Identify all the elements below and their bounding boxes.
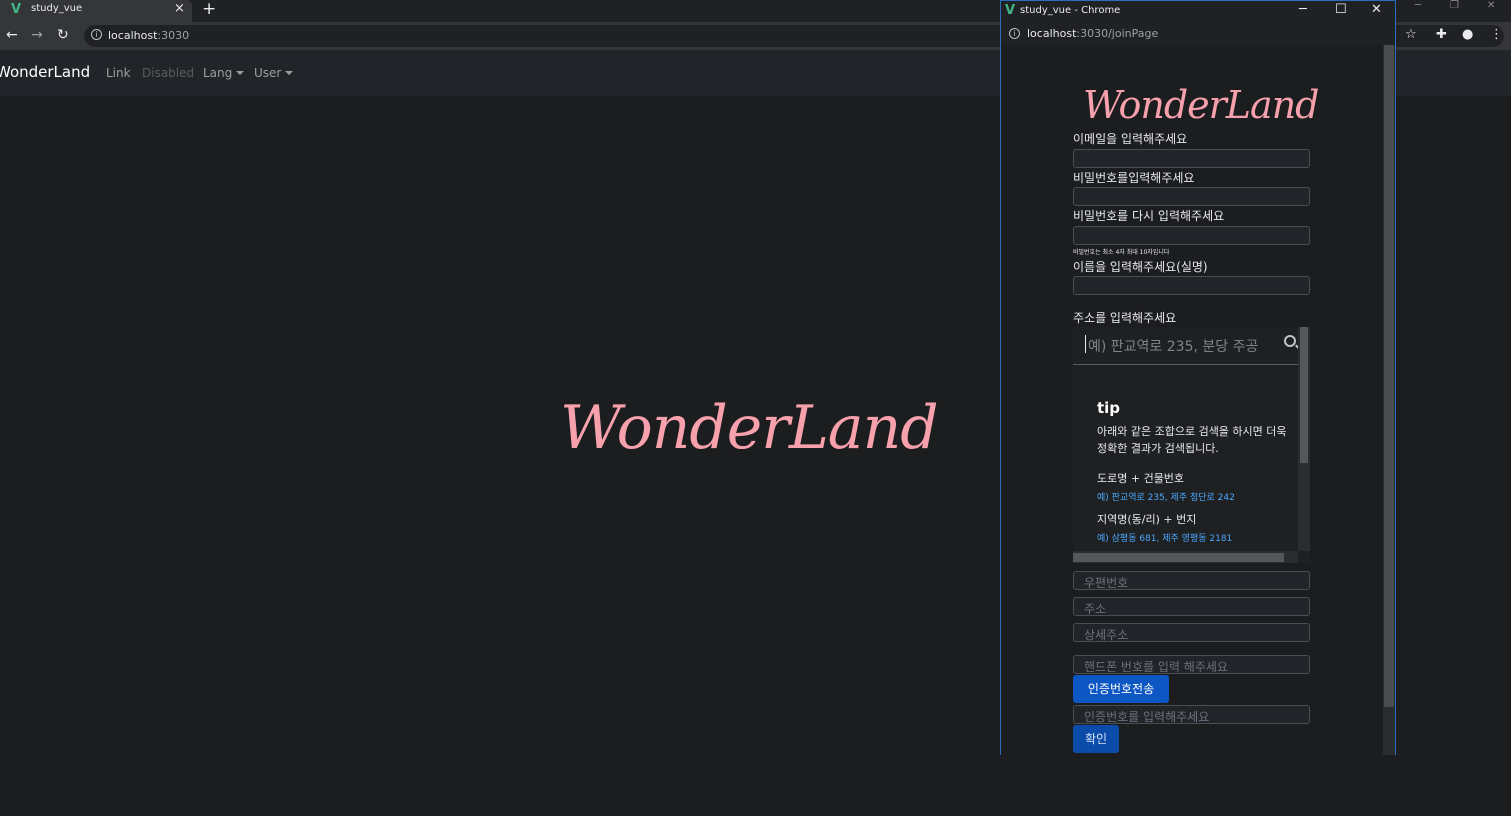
address-label: 주소를 입력해주세요 xyxy=(1073,311,1177,325)
nav-link[interactable]: Link xyxy=(106,66,131,80)
address-search-placeholder: 예) 판교역로 235, 분당 주공 xyxy=(1088,339,1259,355)
search-icon[interactable] xyxy=(1284,335,1296,347)
name-field[interactable] xyxy=(1073,276,1310,295)
phone-field[interactable]: 핸드폰 번호를 입력 해주세요 xyxy=(1073,655,1310,674)
tab-title: study_vue xyxy=(31,3,83,14)
password-hint: 비밀번호는 최소 4자 최대 10자입니다 xyxy=(1073,249,1170,256)
nav-disabled: Disabled xyxy=(142,66,195,80)
text-cursor xyxy=(1085,335,1086,353)
popup-url: localhost:3030/joinPage xyxy=(1027,27,1159,40)
navbar-brand[interactable]: WonderLand xyxy=(0,63,90,81)
site-info-icon[interactable]: i xyxy=(91,29,102,40)
phone-placeholder: 핸드폰 번호를 입력 해주세요 xyxy=(1084,660,1228,674)
popup-titlebar: V study_vue - Chrome ─ ☐ ✕ xyxy=(1001,1,1395,23)
join-page: WonderLand 이메일을 입력해주세요 비밀번호를입력해주세요 비밀번호를… xyxy=(1001,45,1383,755)
restore-icon[interactable]: ❐ xyxy=(1450,0,1459,11)
nav-user-dropdown[interactable]: User xyxy=(254,66,294,80)
password-field[interactable] xyxy=(1073,187,1310,206)
nav-lang-dropdown[interactable]: Lang xyxy=(203,66,245,80)
site-info-icon[interactable]: i xyxy=(1009,28,1020,39)
vue-logo-icon: V xyxy=(11,2,22,17)
detail-address-field[interactable]: 상세주소 xyxy=(1073,623,1310,642)
caret-down-icon xyxy=(236,71,245,75)
caret-down-icon xyxy=(285,71,294,75)
send-code-button[interactable]: 인증번호전송 xyxy=(1073,675,1169,703)
zipcode-field[interactable]: 우편번호 xyxy=(1073,571,1310,590)
name-label: 이름을 입력해주세요(실명) xyxy=(1073,260,1208,274)
password-label: 비밀번호를입력해주세요 xyxy=(1073,171,1195,185)
close-window-icon[interactable]: ✕ xyxy=(1487,0,1495,11)
reload-icon[interactable]: ↻ xyxy=(57,27,69,43)
popup-minimize-icon[interactable]: ─ xyxy=(1299,2,1307,17)
confirm-button[interactable]: 확인 xyxy=(1073,725,1119,753)
address-search-frame: 예) 판교역로 235, 분당 주공 tip 아래와 같은 조합으로 검색을 하… xyxy=(1073,327,1310,563)
scrollbar-thumb[interactable] xyxy=(1300,327,1308,463)
address-placeholder: 주소 xyxy=(1084,602,1107,616)
address-field[interactable]: 주소 xyxy=(1073,597,1310,616)
tip-description: 아래와 같은 조합으로 검색을 하시면 더욱 정확한 결과가 검색됩니다. xyxy=(1097,425,1287,455)
tip-lot-heading: 지역명(동/리) + 번지 xyxy=(1097,513,1197,526)
menu-kebab-icon[interactable]: ⋮ xyxy=(1490,27,1503,42)
forward-icon[interactable]: → xyxy=(31,27,43,43)
password-confirm-label: 비밀번호를 다시 입력해주세요 xyxy=(1073,209,1225,223)
bookmark-star-icon[interactable]: ☆ xyxy=(1405,27,1417,42)
popup-scrollbar[interactable] xyxy=(1383,45,1395,755)
address-search-input[interactable]: 예) 판교역로 235, 분당 주공 xyxy=(1073,327,1298,365)
password-confirm-field[interactable] xyxy=(1073,226,1310,245)
tip-lot-example: 예) 삼평동 681, 제주 영평동 2181 xyxy=(1097,534,1233,544)
popup-window-title: study_vue - Chrome xyxy=(1020,5,1121,16)
verification-code-field[interactable]: 인증번호를 입력해주세요 xyxy=(1073,705,1310,724)
popup-maximize-icon[interactable]: ☐ xyxy=(1335,2,1347,17)
tip-road-example: 예) 판교역로 235, 제주 첨단로 242 xyxy=(1097,493,1235,503)
popup-address-bar: i localhost:3030/joinPage xyxy=(1001,23,1395,45)
back-icon[interactable]: ← xyxy=(6,27,18,43)
frame-horizontal-scrollbar[interactable] xyxy=(1073,551,1298,563)
email-field[interactable] xyxy=(1073,149,1310,168)
join-logo: WonderLand xyxy=(1083,83,1319,127)
popup-window: V study_vue - Chrome ─ ☐ ✕ i localhost:3… xyxy=(1000,0,1396,755)
tip-title: tip xyxy=(1097,399,1121,417)
hero-title: WonderLand xyxy=(560,393,939,463)
minimize-icon[interactable]: ─ xyxy=(1415,0,1421,11)
browser-tab[interactable]: V study_vue × xyxy=(0,0,192,22)
frame-vertical-scrollbar[interactable] xyxy=(1298,327,1310,551)
code-placeholder: 인증번호를 입력해주세요 xyxy=(1084,710,1210,724)
extensions-icon[interactable]: ✚ xyxy=(1436,27,1447,42)
scrollbar-thumb[interactable] xyxy=(1384,45,1394,707)
scrollbar-thumb[interactable] xyxy=(1073,553,1284,562)
vue-logo-icon: V xyxy=(1005,3,1016,18)
email-label: 이메일을 입력해주세요 xyxy=(1073,132,1188,146)
nav-lang-label: Lang xyxy=(203,66,233,80)
tip-road-heading: 도로명 + 건물번호 xyxy=(1097,472,1185,485)
address-url: localhost:3030 xyxy=(108,29,190,42)
new-tab-icon[interactable]: + xyxy=(202,0,216,19)
popup-close-icon[interactable]: ✕ xyxy=(1371,2,1382,17)
nav-user-label: User xyxy=(254,66,282,80)
tab-close-icon[interactable]: × xyxy=(174,1,185,16)
detail-address-placeholder: 상세주소 xyxy=(1084,628,1129,642)
profile-icon[interactable]: ● xyxy=(1462,27,1473,42)
zipcode-placeholder: 우편번호 xyxy=(1084,576,1129,590)
